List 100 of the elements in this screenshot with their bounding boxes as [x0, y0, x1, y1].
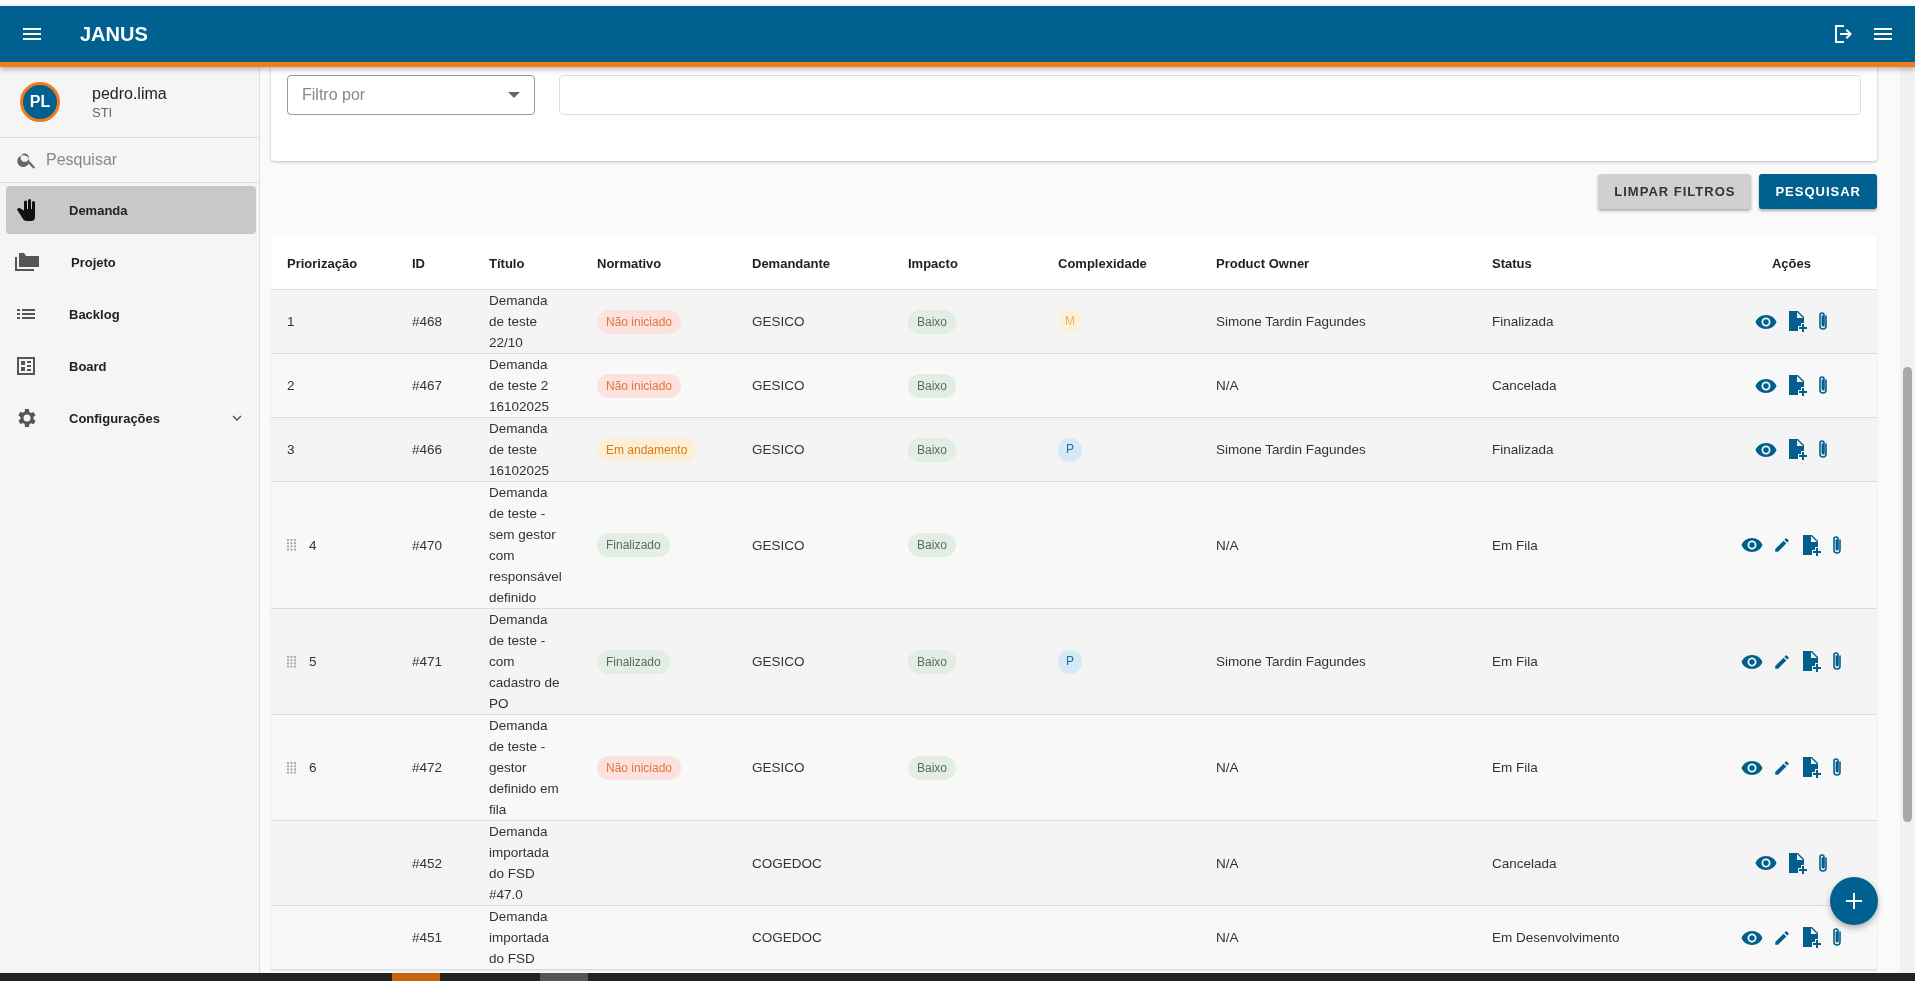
status-badge: Em andamento: [597, 437, 697, 462]
table-cell: GESICO: [752, 378, 805, 393]
table-cell: Cancelada: [1492, 378, 1557, 393]
add-document-icon[interactable]: [1786, 439, 1807, 460]
pencil-icon[interactable]: [1772, 928, 1791, 947]
drag-handle-icon[interactable]: [287, 655, 297, 668]
pencil-icon[interactable]: [1772, 652, 1791, 671]
column-header: Status: [1492, 255, 1532, 271]
add-document-icon[interactable]: [1786, 375, 1807, 396]
status-badge: Não iniciado: [597, 309, 682, 334]
add-document-icon[interactable]: [1800, 757, 1821, 778]
table-cell: Em Fila: [1492, 760, 1538, 775]
status-badge: Finalizado: [597, 649, 670, 674]
impact-badge: Baixo: [908, 755, 957, 780]
table-cell: #467: [412, 378, 443, 393]
add-document-icon[interactable]: [1786, 311, 1807, 332]
column-header: Ações: [1772, 255, 1811, 271]
table-cell-text: 2: [287, 377, 295, 395]
status-badge: Não iniciado: [597, 373, 682, 398]
nav-item[interactable]: Backlog: [6, 290, 256, 338]
table-cell: #471: [412, 654, 443, 669]
column-header: Product Owner: [1216, 255, 1310, 271]
complexity-badge: P: [1058, 437, 1082, 462]
table-cell: GESICO: [752, 654, 805, 669]
search-field[interactable]: Pesquisar: [44, 150, 238, 170]
table-cell: COGEDOC: [752, 855, 822, 871]
column-header: Impacto: [908, 255, 958, 271]
nav-item[interactable]: Configurações: [6, 394, 256, 442]
pencil-icon[interactable]: [1772, 536, 1791, 554]
table-cell: N/A: [1216, 378, 1239, 393]
impact-badge: Baixo: [908, 309, 957, 334]
table-cell-text: 6: [309, 759, 317, 777]
nav-item[interactable]: Board: [6, 342, 256, 390]
eye-icon[interactable]: [1754, 855, 1777, 871]
table-cell: Simone Tardin Fagundes: [1216, 654, 1366, 669]
impact-badge: Baixo: [908, 437, 957, 462]
plus-icon: [1843, 890, 1865, 912]
eye-icon[interactable]: [1740, 759, 1763, 776]
table-cell: N/A: [1216, 855, 1239, 871]
paperclip-icon[interactable]: [1830, 651, 1843, 672]
avatar: PL: [20, 82, 60, 122]
paperclip-icon[interactable]: [1816, 375, 1829, 396]
status-badge: Não iniciado: [597, 755, 682, 780]
table-cell: Em Desenvolvimento: [1492, 930, 1620, 945]
eye-icon[interactable]: [1754, 313, 1777, 330]
table-cell: #472: [412, 760, 443, 775]
paperclip-icon[interactable]: [1816, 439, 1829, 460]
column-header: ID: [412, 255, 425, 271]
table-cell-text: Demanda de teste - gestor definido em fila: [489, 717, 560, 819]
add-document-icon[interactable]: [1786, 852, 1807, 874]
table-cell: #468: [412, 314, 443, 329]
table-cell: GESICO: [752, 314, 805, 329]
impact-badge: Baixo: [908, 533, 957, 557]
add-document-icon[interactable]: [1800, 651, 1821, 672]
eye-icon[interactable]: [1754, 377, 1777, 394]
filter-input[interactable]: [559, 75, 1861, 115]
table-cell-text: 5: [309, 653, 317, 671]
filter-select[interactable]: Filtro por: [287, 75, 535, 115]
drag-handle-icon[interactable]: [287, 761, 297, 774]
user-name: pedro.lima: [92, 84, 167, 103]
eye-icon[interactable]: [1740, 653, 1763, 670]
table-cell-text: Demanda importada do FSD #47.0: [489, 823, 551, 904]
nav-item[interactable]: Projeto: [6, 238, 256, 286]
eye-icon[interactable]: [1740, 929, 1763, 946]
table-cell: GESICO: [752, 760, 805, 775]
dropdown-caret-icon: [508, 92, 520, 98]
paperclip-icon[interactable]: [1830, 927, 1843, 948]
table-cell-text: Demanda importada do FSD: [489, 908, 551, 968]
paperclip-icon[interactable]: [1830, 534, 1843, 556]
table-cell: Finalizada: [1492, 314, 1554, 329]
table-cell: Em Fila: [1492, 654, 1538, 669]
table-cell: #452: [412, 855, 443, 871]
paperclip-icon[interactable]: [1816, 311, 1829, 332]
table-cell: Em Fila: [1492, 537, 1538, 553]
status-badge: Finalizado: [597, 533, 670, 557]
table-cell: GESICO: [752, 537, 805, 553]
eye-icon[interactable]: [1740, 537, 1763, 553]
user-unit: STI: [92, 104, 114, 120]
paperclip-icon[interactable]: [1816, 852, 1829, 874]
search-button[interactable]: PESQUISAR: [1759, 174, 1877, 209]
table-cell-text: 1: [287, 313, 295, 331]
table-cell-text: 3: [287, 441, 295, 459]
add-document-icon[interactable]: [1800, 927, 1821, 948]
eye-icon[interactable]: [1754, 441, 1777, 458]
table-cell: #466: [412, 442, 443, 457]
paperclip-icon[interactable]: [1830, 757, 1843, 778]
scrollbar[interactable]: [1900, 67, 1915, 973]
impact-badge: Baixo: [908, 373, 957, 398]
add-document-icon[interactable]: [1800, 534, 1821, 556]
column-header: Normativo: [597, 255, 662, 271]
nav-item[interactable]: Demanda: [6, 186, 256, 234]
table-cell: Cancelada: [1492, 855, 1557, 871]
board-icon: [14, 354, 38, 378]
table-cell-text: Demanda de teste 2 16102025: [489, 356, 551, 416]
pencil-icon[interactable]: [1772, 758, 1791, 777]
table-cell: N/A: [1216, 537, 1239, 553]
column-header: Demandante: [752, 255, 831, 271]
complexity-badge: P: [1058, 649, 1082, 674]
clear-filters-button[interactable]: LIMPAR FILTROS: [1598, 174, 1752, 209]
drag-handle-icon[interactable]: [287, 539, 297, 551]
